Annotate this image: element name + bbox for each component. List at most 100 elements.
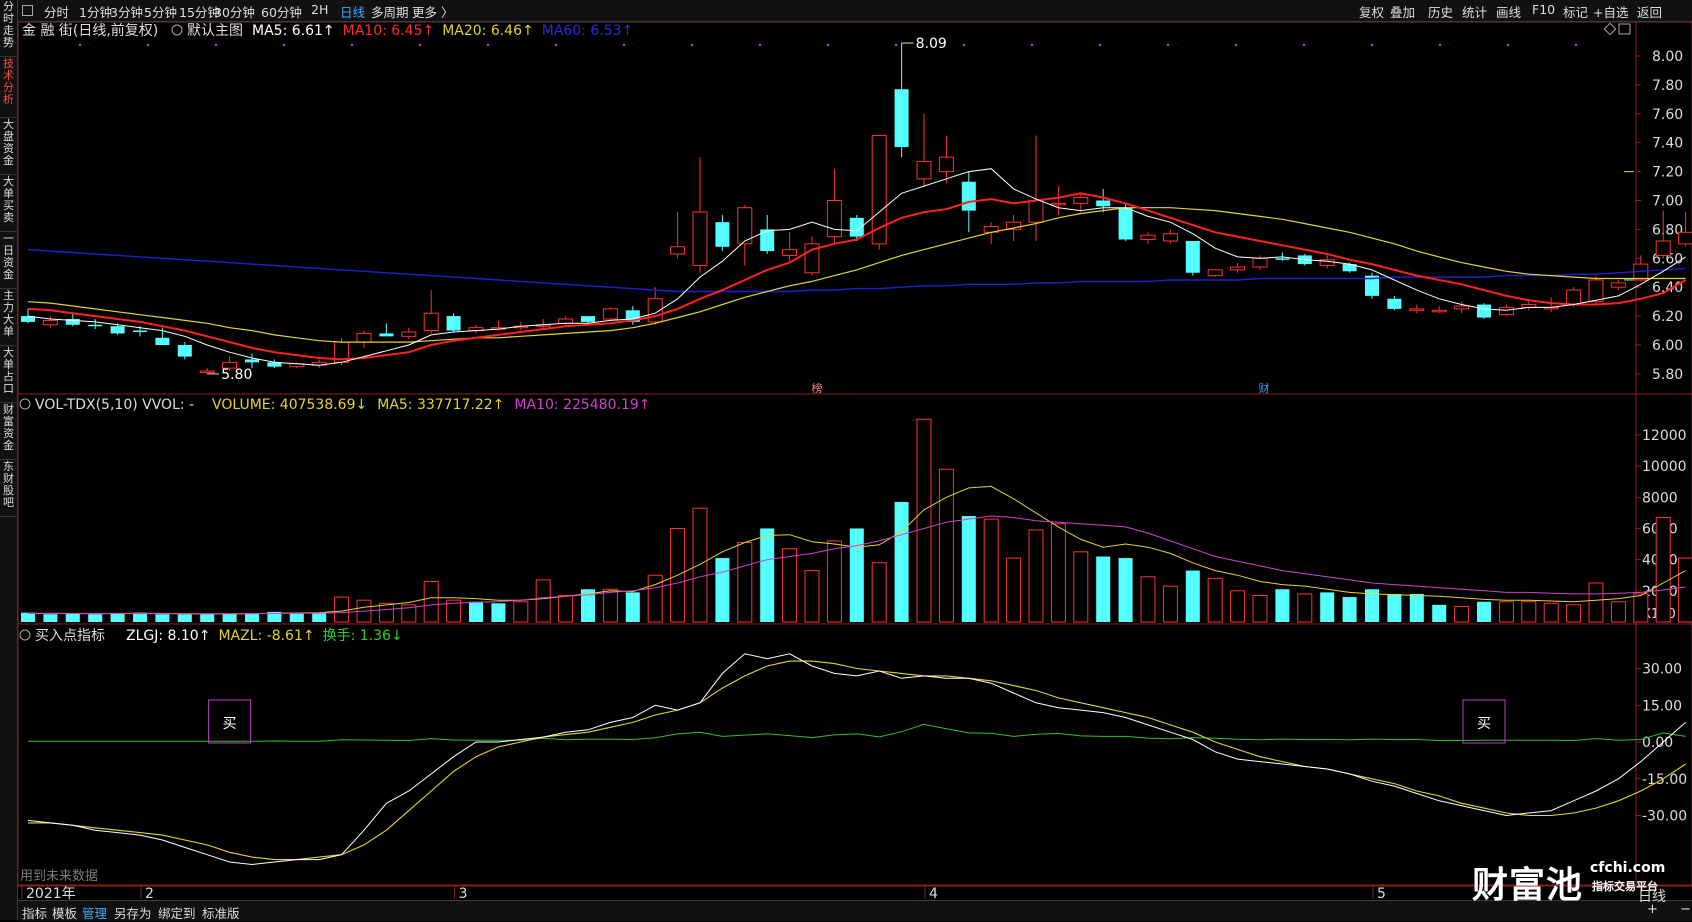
sidebar-tab-0[interactable]: 分时走势 xyxy=(0,0,17,57)
volume-bar-down xyxy=(894,501,909,622)
volume-bar-down xyxy=(715,558,730,622)
period-tab-8[interactable]: 日线 xyxy=(340,2,365,21)
volume-bar-up xyxy=(1252,594,1268,623)
volume-bar-up xyxy=(1028,529,1044,623)
volume-bar-up xyxy=(378,602,394,623)
sidebar-tab-6[interactable]: 大单占口 xyxy=(0,346,17,403)
volume-bar-up xyxy=(1633,593,1649,623)
candle-body-up xyxy=(42,319,58,326)
candle-body-up xyxy=(782,249,798,256)
kline-chart-canvas[interactable]: 8.007.807.607.407.207.006.806.606.406.20… xyxy=(0,0,1692,920)
volume-indicator-1: MA5: 337717.22↑ xyxy=(377,397,504,413)
candle-body-down xyxy=(110,326,125,334)
volume-tick-label: 12000 xyxy=(1642,428,1687,444)
period-tab-2[interactable]: 3分钟 xyxy=(110,2,143,21)
period-tab-1[interactable]: 1分钟 xyxy=(79,2,112,21)
signal-tick-label: 30.00 xyxy=(1642,662,1682,678)
volume-panel-icon xyxy=(19,398,31,410)
period-tab-6[interactable]: 60分钟 xyxy=(261,2,302,21)
signal-tick-label: -30.00 xyxy=(1642,809,1687,825)
price-tick-label: 8.00 xyxy=(1652,49,1683,65)
watermark-title: 财富池 xyxy=(1472,865,1584,906)
volume-bar-down xyxy=(312,613,327,622)
toolbar-tool-1[interactable]: 叠加 xyxy=(1390,2,1415,21)
sidebar-tab-5[interactable]: 主力大单 xyxy=(0,289,17,346)
volume-bar-up xyxy=(1678,557,1692,623)
bottom-tab-1[interactable]: 模板 xyxy=(52,903,77,922)
toolbar-tool-2[interactable]: 历史 xyxy=(1428,2,1453,21)
bottom-tab-3[interactable]: 另存为 xyxy=(114,903,152,922)
candle-body-up xyxy=(826,200,842,238)
bottom-tab-4[interactable]: 绑定到 xyxy=(158,903,196,922)
price-tick-label: 7.40 xyxy=(1652,136,1683,152)
volume-bar-up xyxy=(1454,605,1470,623)
event-marker-finance: 财 xyxy=(1259,381,1270,395)
volume-title: VOL-TDX(5,10) VVOL: - xyxy=(35,397,194,413)
volume-bar-down xyxy=(21,612,35,622)
buy-signal-label: 买 xyxy=(223,716,237,732)
toolbar-tool-3[interactable]: 统计 xyxy=(1462,2,1487,21)
bottom-tab-2[interactable]: 管理 xyxy=(82,903,107,922)
dot-marker xyxy=(1370,43,1374,47)
ma-indicator-1: MA10: 6.45↑ xyxy=(343,23,435,39)
dot-marker xyxy=(894,43,898,47)
candle-body-down xyxy=(1096,200,1111,207)
candle-body-down xyxy=(894,89,909,148)
volume-bar-down xyxy=(1432,604,1447,622)
volume-bar-up xyxy=(535,579,551,623)
toolbar-tool-6[interactable]: 标记 xyxy=(1563,2,1588,21)
bottom-tab-5[interactable]: 标准版 xyxy=(202,903,240,922)
layout-icon[interactable] xyxy=(22,5,33,16)
low-price-label: 5.80 xyxy=(221,367,252,383)
period-tab-3[interactable]: 5分钟 xyxy=(144,2,177,21)
dot-marker xyxy=(622,43,626,47)
volume-bar-up xyxy=(1162,585,1178,623)
sidebar-tab-2[interactable]: 大盘资金 xyxy=(0,118,17,175)
toolbar-tool-7[interactable]: +自选 xyxy=(1593,2,1628,21)
volume-bar-up xyxy=(1588,582,1604,623)
toolbar-tool-8[interactable]: 返回 xyxy=(1637,2,1662,21)
period-tab-5[interactable]: 30分钟 xyxy=(214,2,255,21)
sidebar-tab-7[interactable]: 财富资金 xyxy=(0,403,17,460)
candle-body-up xyxy=(1409,308,1425,311)
candle-body-down xyxy=(715,222,730,247)
dot-marker xyxy=(1030,43,1034,47)
zoom-in-button[interactable]: + xyxy=(1647,902,1658,917)
sidebar-tab-1[interactable]: 技术分析 xyxy=(0,57,17,118)
toolbar-tool-5[interactable]: F10 xyxy=(1532,2,1555,17)
mazl-line xyxy=(28,660,1686,861)
toolbar-tool-0[interactable]: 复权 xyxy=(1359,2,1384,21)
volume-bar-down xyxy=(1387,593,1402,622)
period-tab-10[interactable]: 更多 〉 xyxy=(412,2,453,21)
dot-marker xyxy=(1098,43,1102,47)
price-tick-label: 7.80 xyxy=(1652,78,1683,94)
volume-tick-label: 8000 xyxy=(1642,490,1678,506)
candle-body-up xyxy=(1140,234,1156,241)
dot-marker xyxy=(1234,43,1238,47)
volume-bar-up xyxy=(1498,601,1514,623)
candle-body-up xyxy=(1655,240,1671,256)
candle-body-up xyxy=(670,246,686,255)
period-tab-0[interactable]: 分时 xyxy=(44,2,69,21)
toolbar-tool-4[interactable]: 画线 xyxy=(1496,2,1521,21)
buy-signal-label: 买 xyxy=(1477,716,1491,732)
volume-bar-up xyxy=(871,562,887,623)
volume-bar-down xyxy=(155,614,170,622)
zoom-out-button[interactable]: − xyxy=(1680,902,1691,917)
volume-bar-up xyxy=(602,588,618,623)
candle-body-up xyxy=(1050,202,1066,206)
watermark-logo: 财富池 cfchi.com 指标交易平台 xyxy=(1472,856,1665,908)
period-tab-7[interactable]: 2H xyxy=(311,2,328,17)
sidebar-tab-4[interactable]: 一日资金 xyxy=(0,232,17,289)
volume-bar-up xyxy=(1521,601,1537,623)
bottom-tab-0[interactable]: 指标 xyxy=(22,903,47,922)
sidebar-tab-3[interactable]: 大单买卖 xyxy=(0,175,17,232)
period-tab-9[interactable]: 多周期 xyxy=(371,2,409,21)
ma-indicator-2: MA20: 6.46↑ xyxy=(442,23,534,39)
dot-marker xyxy=(418,43,422,47)
watermark-site: cfchi.com xyxy=(1590,860,1666,876)
diamond-icon xyxy=(1603,22,1617,36)
signal-tick-label: 15.00 xyxy=(1642,698,1682,714)
sidebar-tab-8[interactable]: 东财股吧 xyxy=(0,460,17,517)
template-label: 默认主图 xyxy=(187,23,243,39)
